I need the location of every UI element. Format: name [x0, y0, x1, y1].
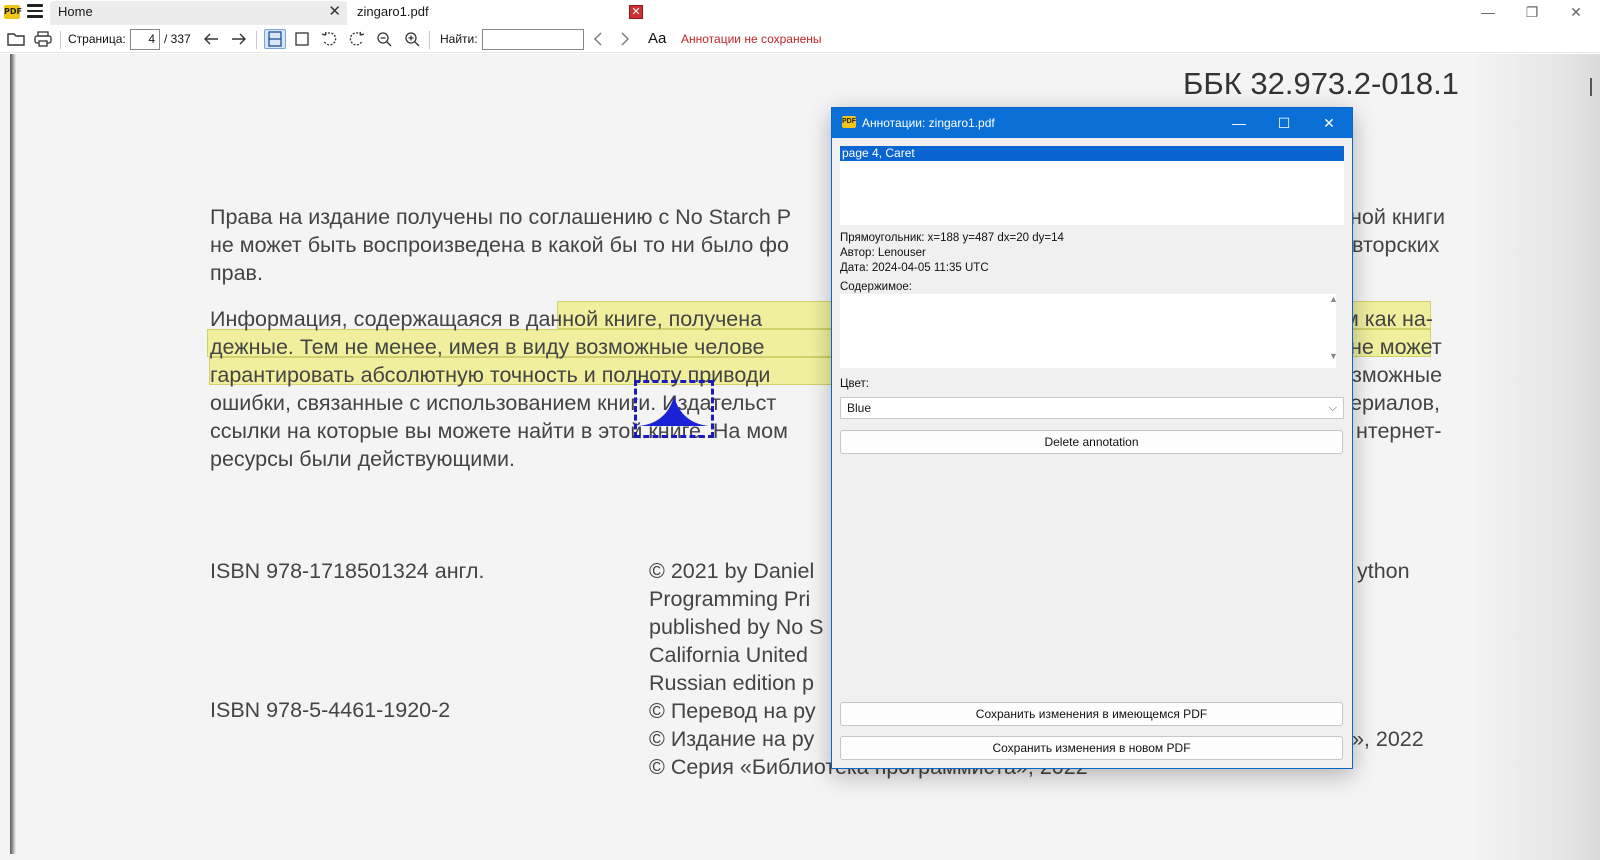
tab-document[interactable]: zingaro1.pdf — [349, 1, 639, 25]
hamburger-menu-icon[interactable] — [27, 4, 43, 20]
prev-page-arrow-icon[interactable] — [201, 29, 221, 49]
paragraph-line: дежные. Тем не менее, имея в виду возмож… — [210, 335, 765, 359]
tab-document-close-icon[interactable]: ✕ — [629, 5, 643, 19]
page-label: Страница: — [68, 32, 126, 46]
isbn-english: ISBN 978-1718501324 англ. — [210, 559, 485, 583]
annotation-status-text: Аннотации не сохранены — [681, 32, 822, 46]
tab-home-label: Home — [58, 4, 93, 19]
dialog-maximize-icon[interactable]: ☐ — [1269, 113, 1299, 133]
tab-home[interactable]: Home ✕ — [50, 1, 347, 25]
app-logo-icon: PDF — [842, 116, 856, 128]
dialog-close-icon[interactable]: ✕ — [1314, 113, 1344, 133]
find-label: Найти: — [440, 32, 478, 46]
annotation-list-item-selected[interactable]: page 4, Caret — [840, 146, 1344, 161]
page-number-input[interactable]: 4 — [130, 29, 160, 50]
caret-annotation-icon[interactable] — [637, 394, 711, 428]
dialog-title: Аннотации: zingaro1.pdf — [862, 116, 995, 130]
find-next-icon[interactable] — [617, 29, 633, 49]
copyright-line: © Издание на ру — [649, 727, 815, 751]
content-label: Содержимое: — [840, 281, 912, 293]
find-input[interactable] — [482, 29, 584, 50]
zoom-out-icon[interactable] — [374, 29, 394, 49]
copyright-line: published by No S — [649, 615, 824, 639]
find-prev-icon[interactable] — [590, 29, 606, 49]
page-total: / 337 — [164, 32, 191, 46]
restore-button[interactable]: ❐ — [1510, 0, 1554, 25]
tab-document-label: zingaro1.pdf — [357, 4, 429, 19]
annotation-rect-info: Прямоугольник: x=188 y=487 dx=20 dy=14 — [840, 232, 1064, 244]
rotate-left-icon[interactable] — [319, 29, 339, 49]
dialog-title-bar[interactable]: PDF Аннотации: zingaro1.pdf — ☐ ✕ — [832, 108, 1352, 138]
zoom-in-icon[interactable] — [402, 29, 422, 49]
isbn-russian: ISBN 978-5-4461-1920-2 — [210, 698, 451, 722]
open-folder-icon[interactable] — [6, 29, 26, 49]
paragraph-line: Информация, содержащаяся в данной книге,… — [210, 307, 763, 331]
copyright-line: Programming Pri — [649, 587, 811, 611]
save-new-pdf-button[interactable]: Сохранить изменения в новом PDF — [840, 736, 1343, 760]
dialog-minimize-icon[interactable]: — — [1224, 113, 1254, 133]
page-edge — [10, 54, 16, 854]
delete-annotation-button[interactable]: Delete annotation — [840, 430, 1343, 454]
save-existing-pdf-button[interactable]: Сохранить изменения в имеющемся PDF — [840, 702, 1343, 726]
title-bar: PDF Home ✕ zingaro1.pdf ✕ — ❐ ✕ — [0, 0, 1600, 25]
toolbar-separator — [60, 31, 61, 49]
paragraph-line-right: зможные — [1352, 363, 1443, 387]
paragraph-line: Права на издание получены по соглашению … — [210, 205, 792, 229]
copyright-line: © Перевод на ру — [649, 699, 816, 723]
color-select-value: Blue — [847, 401, 872, 415]
scrollbar-thumb[interactable] — [1590, 78, 1592, 96]
paragraph-line-right: нтернет- — [1356, 419, 1442, 443]
paragraph-line-right: ериалов, — [1350, 391, 1441, 415]
copyright-line: © 2021 by Daniel — [649, 559, 815, 583]
copyright-line: Russian edition p — [649, 671, 814, 695]
content-textarea[interactable] — [840, 294, 1336, 368]
page-edge-right — [1470, 54, 1600, 860]
copyright-line-right: ython — [1357, 559, 1410, 583]
bbk-code: ББК 32.973.2-018.1 — [1183, 66, 1459, 101]
fit-page-icon[interactable] — [292, 29, 312, 49]
paragraph-line: не может быть воспроизведена в какой бы … — [210, 233, 789, 257]
toolbar-separator — [429, 31, 430, 49]
annotation-list[interactable]: page 4, Caret — [840, 146, 1344, 225]
annotation-author: Автор: Lenouser — [840, 247, 926, 259]
app-logo-icon: PDF — [4, 5, 22, 19]
next-page-arrow-icon[interactable] — [229, 29, 249, 49]
paragraph-line-right: не может — [1350, 335, 1442, 359]
fit-width-icon[interactable] — [264, 29, 286, 49]
toolbar-separator — [256, 31, 257, 49]
paragraph-line: прав. — [210, 261, 263, 285]
copyright-line: California United — [649, 643, 808, 667]
paragraph-line-right: вторских — [1352, 233, 1440, 257]
paragraph-line: ресурсы были действующими. — [210, 447, 515, 471]
paragraph-line-right: ной книги — [1350, 205, 1445, 229]
document-view[interactable]: ББК 32.973.2-018.1 Права на издание полу… — [0, 54, 1600, 860]
color-label: Цвет: — [840, 378, 869, 390]
close-button[interactable]: ✕ — [1554, 0, 1598, 25]
tab-close-icon[interactable]: ✕ — [328, 1, 341, 23]
annotation-date: Дата: 2024-04-05 11:35 UTC — [840, 262, 989, 274]
color-select[interactable]: Blue ⌵ — [840, 397, 1344, 419]
scroll-up-icon[interactable]: ▲ — [1329, 294, 1338, 304]
scroll-down-icon[interactable]: ▼ — [1329, 351, 1338, 361]
minimize-button[interactable]: — — [1466, 0, 1510, 25]
chevron-down-icon: ⌵ — [1328, 402, 1337, 414]
match-case-icon[interactable]: Aa — [648, 30, 666, 47]
paragraph-line-right: м как на- — [1344, 307, 1433, 331]
annotations-dialog: PDF Аннотации: zingaro1.pdf — ☐ ✕ page 4… — [831, 107, 1353, 769]
print-icon[interactable] — [33, 29, 53, 49]
rotate-right-icon[interactable] — [347, 29, 367, 49]
toolbar: Страница: 4 / 337 Найти: Aa Аннотации не… — [0, 25, 1600, 53]
